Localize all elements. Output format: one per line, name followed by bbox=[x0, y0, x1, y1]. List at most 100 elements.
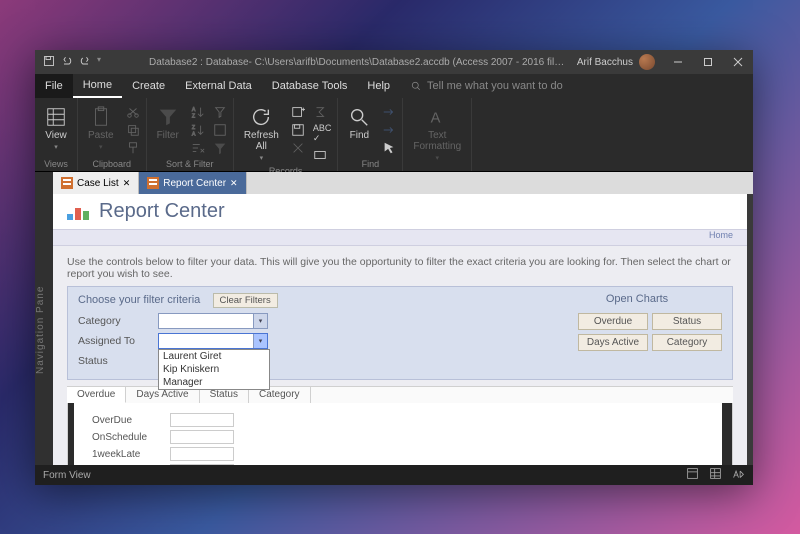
menu-external-data[interactable]: External Data bbox=[175, 74, 262, 98]
ribbon-group-text-formatting: A Text Formatting▾ bbox=[403, 98, 472, 171]
clear-sort-icon bbox=[191, 141, 205, 155]
view-button[interactable]: View▾ bbox=[39, 104, 73, 153]
label-assigned-to: Assigned To bbox=[78, 335, 150, 347]
assigned-to-combo[interactable]: ▾ Laurent Giret Kip Kniskern Manager bbox=[158, 333, 268, 349]
filter-button[interactable]: Filter bbox=[151, 104, 185, 143]
text-formatting-button[interactable]: A Text Formatting▾ bbox=[407, 104, 467, 164]
clear-filters-button[interactable]: Clear Filters bbox=[213, 293, 278, 308]
find-button[interactable]: Find bbox=[342, 104, 376, 143]
remove-sort-button[interactable] bbox=[189, 140, 207, 156]
funnel-icon bbox=[157, 106, 179, 128]
toggle-filter-button[interactable] bbox=[211, 140, 229, 156]
dropdown-option[interactable]: Manager bbox=[159, 376, 269, 389]
layout-view-icon[interactable] bbox=[732, 467, 745, 483]
goto-button[interactable] bbox=[380, 122, 398, 138]
save-record-button[interactable] bbox=[289, 122, 307, 138]
svg-text:A: A bbox=[431, 111, 441, 127]
more-records-button[interactable] bbox=[311, 147, 334, 163]
paste-button[interactable]: Paste▾ bbox=[82, 104, 120, 153]
subtab-overdue[interactable]: Overdue bbox=[67, 387, 126, 403]
close-tab-icon[interactable]: ✕ bbox=[230, 178, 238, 189]
dropdown-option[interactable]: Laurent Giret bbox=[159, 350, 269, 363]
search-icon bbox=[410, 80, 422, 92]
sort-asc-icon: AZ bbox=[191, 105, 205, 119]
magnifier-icon bbox=[348, 106, 370, 128]
selection-filter-button[interactable] bbox=[211, 104, 229, 120]
svg-text:Z: Z bbox=[192, 113, 196, 119]
menu-home[interactable]: Home bbox=[73, 74, 122, 98]
record-selector[interactable] bbox=[68, 403, 74, 465]
menu-create[interactable]: Create bbox=[122, 74, 175, 98]
tab-report-center[interactable]: Report Center✕ bbox=[139, 172, 246, 194]
save-small-icon bbox=[291, 123, 305, 137]
close-tab-icon[interactable]: ✕ bbox=[123, 178, 131, 189]
category-combo[interactable]: ▾ bbox=[158, 313, 268, 329]
chart-status-button[interactable]: Status bbox=[652, 313, 722, 330]
value-box[interactable] bbox=[170, 430, 234, 444]
delete-record-button[interactable] bbox=[289, 140, 307, 156]
totals-button[interactable] bbox=[311, 104, 334, 120]
maximize-button[interactable] bbox=[693, 50, 723, 74]
menu-help[interactable]: Help bbox=[357, 74, 400, 98]
format-painter-button[interactable] bbox=[124, 140, 142, 156]
close-button[interactable] bbox=[723, 50, 753, 74]
menu-database-tools[interactable]: Database Tools bbox=[262, 74, 358, 98]
user-area[interactable]: Arif Bacchus bbox=[569, 54, 663, 70]
font-icon: A bbox=[426, 106, 448, 128]
page-description: Use the controls below to filter your da… bbox=[53, 246, 747, 286]
app-window: ▾ Database2 : Database- C:\Users\arifb\D… bbox=[35, 50, 753, 485]
svg-text:A: A bbox=[192, 107, 196, 113]
select-button[interactable] bbox=[380, 140, 398, 156]
redo-icon[interactable] bbox=[79, 55, 91, 70]
spelling-button[interactable]: ABC✓ bbox=[311, 122, 334, 145]
selection-icon bbox=[213, 105, 227, 119]
sort-asc-button[interactable]: AZ bbox=[189, 104, 207, 120]
ribbon: View▾ Views Paste▾ Clipboard bbox=[35, 98, 753, 172]
datasheet-view-icon[interactable] bbox=[709, 467, 722, 483]
qat-dropdown-icon[interactable]: ▾ bbox=[97, 55, 101, 70]
filter-title: Choose your filter criteria bbox=[78, 294, 200, 306]
ribbon-group-label: Sort & Filter bbox=[151, 157, 229, 171]
tell-me-search[interactable]: Tell me what you want to do bbox=[410, 80, 563, 92]
form-view-icon[interactable] bbox=[686, 467, 699, 483]
undo-icon[interactable] bbox=[61, 55, 73, 70]
copy-button[interactable] bbox=[124, 122, 142, 138]
ribbon-group-records: Refresh All▾ ABC✓ Records bbox=[234, 98, 339, 171]
chart-category-button[interactable]: Category bbox=[652, 334, 722, 351]
home-link[interactable]: Home bbox=[709, 230, 733, 240]
datasheet-icon bbox=[45, 106, 67, 128]
statusbar: Form View bbox=[35, 465, 753, 485]
replace-button[interactable] bbox=[380, 104, 398, 120]
value-box[interactable] bbox=[170, 464, 234, 465]
refresh-all-button[interactable]: Refresh All▾ bbox=[238, 104, 285, 164]
open-charts-title: Open Charts bbox=[552, 293, 722, 305]
goto-icon bbox=[382, 123, 396, 137]
minimize-button[interactable] bbox=[663, 50, 693, 74]
ribbon-group-find: Find Find bbox=[338, 98, 403, 171]
sigma-icon bbox=[313, 105, 327, 119]
scissors-icon bbox=[126, 105, 140, 119]
save-icon[interactable] bbox=[43, 55, 55, 70]
advanced-filter-button[interactable] bbox=[211, 122, 229, 138]
label-category: Category bbox=[78, 315, 150, 327]
vertical-scrollbar[interactable] bbox=[722, 403, 732, 465]
new-record-button[interactable] bbox=[289, 104, 307, 120]
sort-desc-button[interactable]: ZA bbox=[189, 122, 207, 138]
chart-days-active-button[interactable]: Days Active bbox=[578, 334, 648, 351]
refresh-icon bbox=[250, 106, 272, 128]
dropdown-option[interactable]: Kip Kniskern bbox=[159, 363, 269, 376]
brush-icon bbox=[126, 141, 140, 155]
filter-panel: Choose your filter criteria Clear Filter… bbox=[67, 286, 733, 380]
chart-logo-icon bbox=[67, 204, 89, 220]
value-box[interactable] bbox=[170, 413, 234, 427]
chart-overdue-button[interactable]: Overdue bbox=[578, 313, 648, 330]
report-body: OverDue OnSchedule 1weekLate 1MonthLate bbox=[67, 403, 733, 465]
menu-file[interactable]: File bbox=[35, 74, 73, 98]
chevron-down-icon: ▾ bbox=[253, 334, 267, 348]
new-icon bbox=[291, 105, 305, 119]
row-label: 1weekLate bbox=[92, 449, 164, 460]
value-box[interactable] bbox=[170, 447, 234, 461]
cut-button[interactable] bbox=[124, 104, 142, 120]
tab-case-list[interactable]: Case List✕ bbox=[53, 172, 139, 194]
navigation-pane-collapsed[interactable]: Navigation Pane bbox=[35, 194, 53, 465]
